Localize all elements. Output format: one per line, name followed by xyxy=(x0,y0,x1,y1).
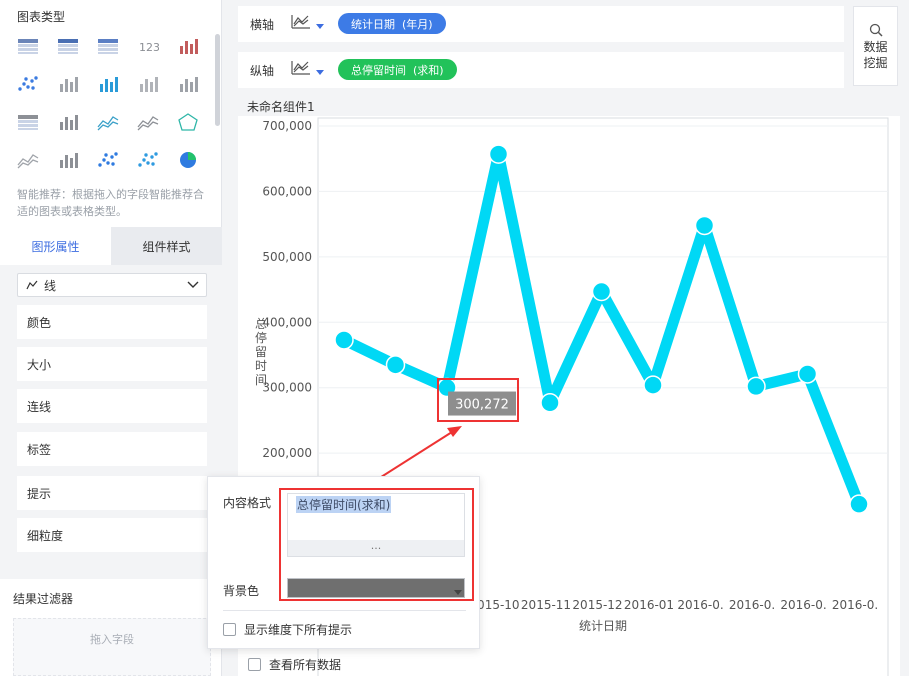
show-all-tips-label: 显示维度下所有提示 xyxy=(244,623,353,637)
popup-divider xyxy=(223,610,466,611)
view-all-data-row[interactable]: 查看所有数据 xyxy=(248,656,341,673)
arrow-head-icon xyxy=(447,426,462,437)
bg-color-label: 背景色 xyxy=(223,584,260,598)
app-root: 图表类型 123 智能推荐：根据拖入的字段智能推荐合适的图表或表格类型。 图形属… xyxy=(0,0,909,676)
show-all-tips-checkbox[interactable] xyxy=(223,623,236,636)
show-all-tips-row[interactable]: 显示维度下所有提示 xyxy=(223,621,352,638)
view-all-data-checkbox[interactable] xyxy=(248,658,261,671)
highlight-box-popup xyxy=(279,488,474,601)
view-all-data-label: 查看所有数据 xyxy=(269,658,342,672)
content-format-label: 内容格式 xyxy=(223,496,272,510)
